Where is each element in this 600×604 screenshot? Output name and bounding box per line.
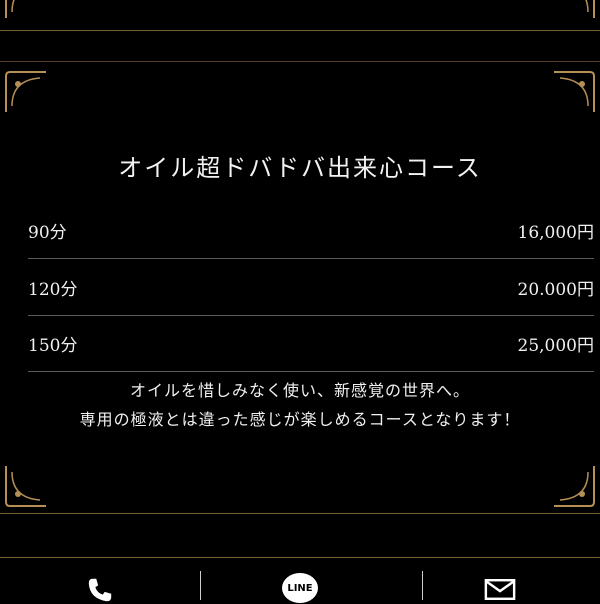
description-line: オイルを惜しみなく使い、新感覚の世界へ。 bbox=[129, 381, 470, 400]
price-row: 120分 20.000円 bbox=[28, 259, 594, 316]
description-line: 専用の極液とは違った感じが楽しめるコースとなります！ bbox=[79, 410, 521, 429]
divider-line bbox=[0, 513, 600, 514]
phone-button[interactable] bbox=[0, 568, 200, 602]
course-duration: 150分 bbox=[28, 335, 78, 356]
course-description: オイルを惜しみなく使い、新感覚の世界へ。 専用の極液とは違った感じが楽しめるコー… bbox=[0, 376, 600, 434]
mail-button[interactable] bbox=[400, 568, 600, 600]
line-label: LINE bbox=[287, 583, 313, 594]
line-button[interactable]: LINE bbox=[200, 568, 400, 603]
ornament-corner-top-right bbox=[552, 70, 596, 114]
footer-divider bbox=[200, 571, 201, 600]
contact-bar: LINE bbox=[0, 568, 600, 603]
course-price: 25,000円 bbox=[517, 335, 594, 356]
price-row: 90分 16,000円 bbox=[28, 202, 594, 259]
line-icon: LINE bbox=[281, 572, 319, 603]
footer-divider bbox=[422, 571, 423, 600]
course-price: 20.000円 bbox=[517, 279, 594, 300]
ornament-corner-top-left bbox=[4, 0, 48, 20]
ornament-corner-bottom-right bbox=[552, 464, 596, 508]
divider-line bbox=[0, 557, 600, 558]
ornament-corner-bottom-left bbox=[4, 464, 48, 508]
price-row: 150分 25,000円 bbox=[28, 315, 594, 372]
divider-line bbox=[0, 61, 600, 62]
course-price: 16,000円 bbox=[517, 222, 594, 243]
ornament-corner-top-right bbox=[552, 0, 596, 20]
divider-line bbox=[0, 30, 600, 31]
mail-icon bbox=[481, 579, 519, 600]
course-duration: 90分 bbox=[28, 222, 67, 243]
course-title: オイル超ドバドバ出来心コース bbox=[118, 154, 482, 182]
ornament-corner-top-left bbox=[4, 70, 48, 114]
course-duration: 120分 bbox=[28, 279, 78, 300]
